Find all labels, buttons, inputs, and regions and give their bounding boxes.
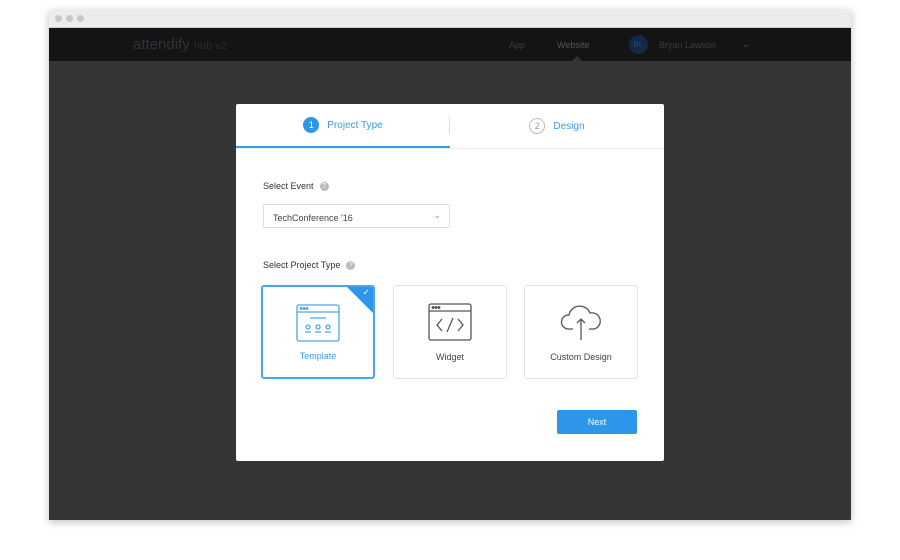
type-card-widget[interactable]: Widget <box>393 285 507 379</box>
step-number: 2 <box>529 118 546 134</box>
type-card-template[interactable]: ✓ Template <box>261 285 375 379</box>
select-value: TechConference '16 <box>273 213 353 223</box>
next-button[interactable]: Next <box>557 410 637 434</box>
chevron-down-icon: ⌄ <box>433 210 441 220</box>
step-label: Project Type <box>327 119 383 131</box>
avatar[interactable]: BL <box>629 35 648 54</box>
card-label: Custom Design <box>550 352 612 362</box>
help-icon[interactable]: ? <box>319 181 329 191</box>
help-icon[interactable]: ? <box>346 260 356 270</box>
minimize-window-button[interactable] <box>66 15 73 22</box>
label-text: Select Project Type <box>263 260 341 270</box>
divider <box>449 117 450 134</box>
logo-text: endify <box>149 36 190 53</box>
event-select[interactable]: TechConference '16 ⌄ <box>263 204 450 228</box>
check-icon: ✓ <box>362 287 370 297</box>
card-label: Template <box>299 351 337 361</box>
tab-project-type[interactable]: 1 Project Type <box>236 104 450 148</box>
select-event-label: Select Event? <box>263 181 329 191</box>
cloud-upload-icon <box>560 305 601 340</box>
code-window-icon <box>428 303 472 341</box>
step-label: Design <box>553 120 585 132</box>
project-type-label: Select Project Type? <box>263 260 356 270</box>
nav-app[interactable]: App <box>509 40 525 50</box>
tab-design[interactable]: 2 Design <box>450 104 664 148</box>
logo[interactable]: attendify hub v2 <box>133 36 227 53</box>
nav-website[interactable]: Website <box>557 40 589 50</box>
logo-text: tt <box>141 36 150 53</box>
user-name[interactable]: Bryan Lawson <box>659 40 716 50</box>
close-window-button[interactable] <box>55 15 62 22</box>
step-number: 1 <box>303 117 320 133</box>
card-label: Widget <box>435 352 464 362</box>
label-text: Select Event <box>263 181 314 191</box>
top-nav: attendify hub v2 App Website BL Bryan Law… <box>49 28 851 61</box>
maximize-window-button[interactable] <box>77 15 84 22</box>
type-card-custom-design[interactable]: Custom Design <box>524 285 638 379</box>
new-project-dialog: 1 Project Type 2 Design Select Event? Tech… <box>236 104 664 461</box>
title-bar <box>49 10 851 28</box>
wizard-steps: 1 Project Type 2 Design <box>236 104 664 149</box>
template-icon <box>296 304 340 342</box>
chevron-down-icon[interactable]: ⌄ <box>741 37 750 50</box>
active-nav-indicator <box>572 56 582 61</box>
logo-subtitle: hub v2 <box>193 40 227 52</box>
